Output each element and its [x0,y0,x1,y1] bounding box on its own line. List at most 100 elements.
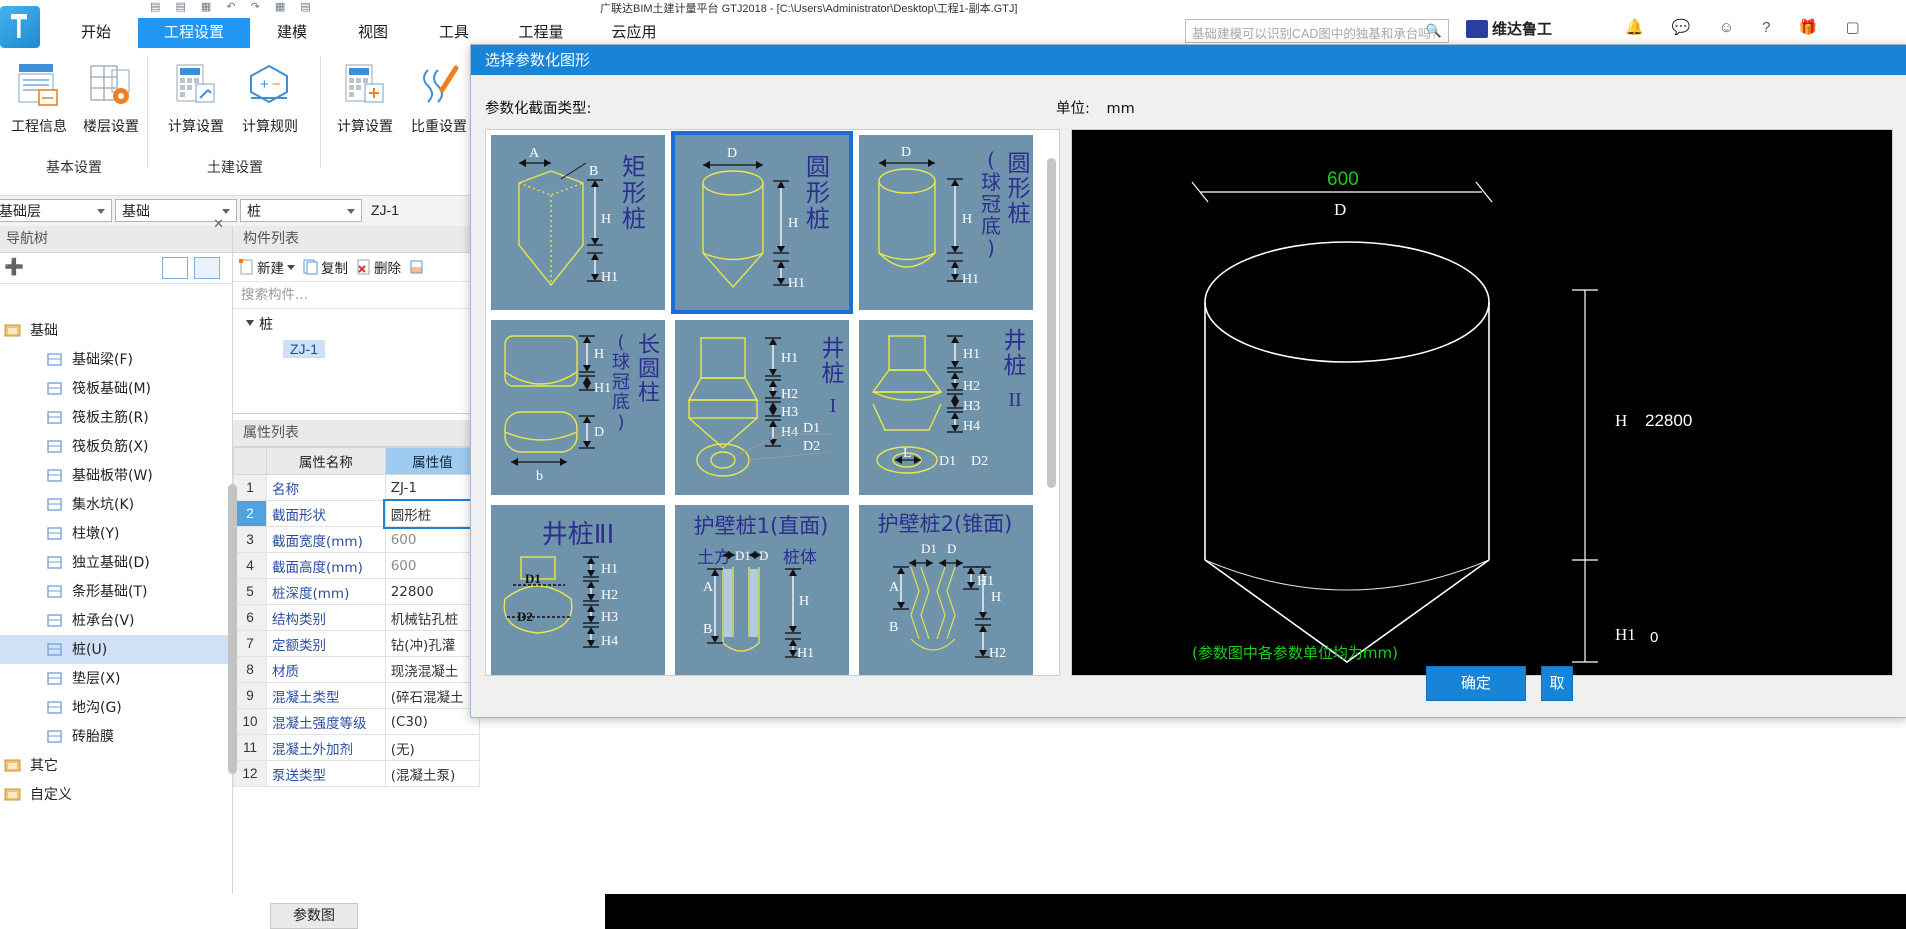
search-icon[interactable]: 🔍 [1426,23,1442,39]
account-name[interactable]: 维达鲁工 [1492,18,1552,39]
brick-form-icon [46,725,66,743]
tile-scrollbar[interactable] [1047,158,1056,488]
property-row-value[interactable]: 600 [384,552,481,579]
property-row-index: 12 [233,760,267,787]
pile-cap-icon [46,609,66,627]
shape-tile-rect-pile[interactable]: A B H H1 矩形桩 [488,132,668,313]
tree-item-14[interactable]: 砖胎膜 [0,722,232,751]
property-row-value[interactable]: 钻(冲)孔灌 [384,630,481,657]
property-row[interactable]: 2 截面形状 圆形桩 [233,498,482,529]
copy-component-button[interactable]: 复制 [303,257,348,277]
component-search-input[interactable]: 搜索构件... [233,282,480,309]
property-row-value[interactable]: (碎石混凝土 [384,682,481,709]
tree-item-10[interactable]: 桩承台(V) [0,606,232,635]
tree-item-2[interactable]: 筏板基础(M) [0,374,232,403]
svg-text:H1: H1 [601,562,618,577]
property-row-value[interactable]: (混凝土泵) [384,760,481,787]
tree-item-8[interactable]: 独立基础(D) [0,548,232,577]
tree-item-7[interactable]: 柱墩(Y) [0,519,232,548]
property-row-value[interactable]: (无) [384,734,481,761]
property-row[interactable]: 8 材质 现浇混凝土 [233,656,481,683]
tab-kaishi[interactable]: 开始 [57,18,135,48]
tab-jianmo[interactable]: 建模 [253,18,331,48]
sumppit-icon [46,493,66,511]
param-figure-tab[interactable]: 参数图 [270,903,358,929]
confirm-button[interactable]: 确定 [1426,666,1526,701]
property-row-name: 材质 [266,656,386,683]
property-row[interactable]: 11 混凝土外加剂 (无) [233,734,481,761]
property-row-value[interactable]: 圆形桩 [383,498,482,529]
tab-gongchengshezhi[interactable]: 工程设置 [138,18,250,48]
floor-selector[interactable]: 基础层 [0,199,112,222]
ribbon-group-title: 基本设置 [46,160,102,176]
ribbon-item-calc-rules[interactable]: + − 计算规则 [233,54,307,136]
layer-component-button[interactable] [409,259,424,275]
property-row[interactable]: 10 混凝土强度等级 (C30) [233,708,481,735]
tab-shitu[interactable]: 视图 [334,18,412,48]
property-row[interactable]: 4 截面高度(mm) 600 [233,552,481,579]
svg-text:土方: 土方 [697,548,731,568]
shape-tile-well-pile-3[interactable]: 井桩ⅡI D1 D2 H1 H2 H3 H4 [488,502,668,675]
search-input[interactable]: 基础建模可以识别CAD图中的独基和承台吗? 🔍 [1185,19,1449,43]
component-type-selector[interactable]: 桩 [240,199,362,222]
detail-view-icon[interactable] [194,257,220,279]
shape-tile-list[interactable]: A B H H1 矩形桩 D H H1 圆 形 桩 D H H1 圆 形 桩 (… [485,129,1060,676]
quick-access-icons[interactable]: ▤ ▤ ▦ ↶ ↷ ▦ ▤ [150,0,317,13]
component-group[interactable]: 桩 [233,309,480,334]
delete-component-button[interactable]: 删除 [356,257,401,277]
shape-tile-well-pile-1[interactable]: H1 H2 H3 H4 D1 D2 井 桩 I [672,317,852,498]
tree-item-5[interactable]: 基础板带(W) [0,461,232,490]
shape-tile-oblong-pile[interactable]: H H1 D b 长圆柱 (球冠底) [488,317,668,498]
property-row[interactable]: 3 截面宽度(mm) 600 [233,526,481,553]
shape-tile-retaining-pile-1[interactable]: 护壁桩1(直面) 土方 D1 D 桩体 A B H H1 [672,502,852,675]
cancel-button[interactable]: 取 [1541,666,1573,701]
list-view-icon[interactable] [162,257,188,279]
property-row-value[interactable]: 现浇混凝土 [384,656,481,683]
close-icon[interactable]: ✕ [213,212,224,238]
ribbon-item-weight-settings[interactable]: 比重设置 [402,54,476,136]
property-row-value[interactable]: 机械钻孔桩 [384,604,481,631]
ribbon-item-floor-settings[interactable]: 楼层设置 [74,54,148,136]
tree-item-9[interactable]: 条形基础(T) [0,577,232,606]
property-row-value[interactable]: (C30) [384,708,481,735]
property-row[interactable]: 7 定额类别 钻(冲)孔灌 [233,630,481,657]
tree-item-0[interactable]: 基础 [0,316,232,345]
property-row[interactable]: 9 混凝土类型 (碎石混凝土 [233,682,481,709]
tree-item-15[interactable]: 其它 [0,751,232,780]
tree-item-3[interactable]: 筏板主筋(R) [0,403,232,432]
tree-item-13[interactable]: 地沟(G) [0,693,232,722]
property-row-value[interactable]: 22800 [384,578,481,605]
tree-item-16[interactable]: 自定义 [0,780,232,809]
shape-tile-retaining-pile-2[interactable]: 护壁桩2(锥面) D1 D A B H H2 H1 [856,502,1036,675]
ribbon-item-calc-settings[interactable]: 计算设置 [159,54,233,136]
property-row-value[interactable]: 600 [384,526,481,553]
ribbon-item-calc-settings-2[interactable]: 计算设置 [328,54,402,136]
ribbon-group-basic: 工程信息 楼层设置 基本设置 [0,50,148,195]
tree-item-6[interactable]: 集水坑(K) [0,490,232,519]
copy-icon [303,259,318,275]
add-plus-icon[interactable]: ➕ [4,257,24,277]
property-row[interactable]: 12 泵送类型 (混凝土泵) [233,760,481,787]
property-row[interactable]: 5 桩深度(mm) 22800 [233,578,481,605]
status-icons[interactable]: 🔔 💬 ☺ ? 🎁 ▢ [1625,18,1872,36]
component-item-zj1[interactable]: ZJ-1 [283,340,325,358]
svg-text:B: B [589,164,598,179]
shape-tile-well-pile-2[interactable]: H1 H2 H3 H4 L D1 D2 井 桩 II [856,317,1036,498]
new-component-button[interactable]: 新建 [239,257,295,277]
chevron-down-icon[interactable] [287,264,295,270]
tree-item-12[interactable]: 垫层(X) [0,664,232,693]
chevron-down-icon [97,209,105,214]
account-area[interactable]: 维达鲁工 [1466,18,1552,39]
tree-item-1[interactable]: 基础梁(F) [0,345,232,374]
weight-settings-icon [402,54,476,116]
shape-tile-round-pile[interactable]: D H H1 圆形桩 [671,131,853,314]
property-row[interactable]: 1 名称 ZJ-1 [233,474,481,501]
property-scrollbar[interactable] [228,484,237,774]
shape-tile-round-pile-dome[interactable]: D H H1 圆形桩 (球冠底) [856,132,1036,313]
tree-item-4[interactable]: 筏板负筋(X) [0,432,232,461]
tree-item-11[interactable]: 桩(U) [0,635,232,664]
ribbon-item-project-info[interactable]: 工程信息 [2,54,76,136]
expand-arrow-icon[interactable] [246,320,254,326]
property-row-value[interactable]: ZJ-1 [384,474,481,501]
property-row[interactable]: 6 结构类别 机械钻孔桩 [233,604,481,631]
